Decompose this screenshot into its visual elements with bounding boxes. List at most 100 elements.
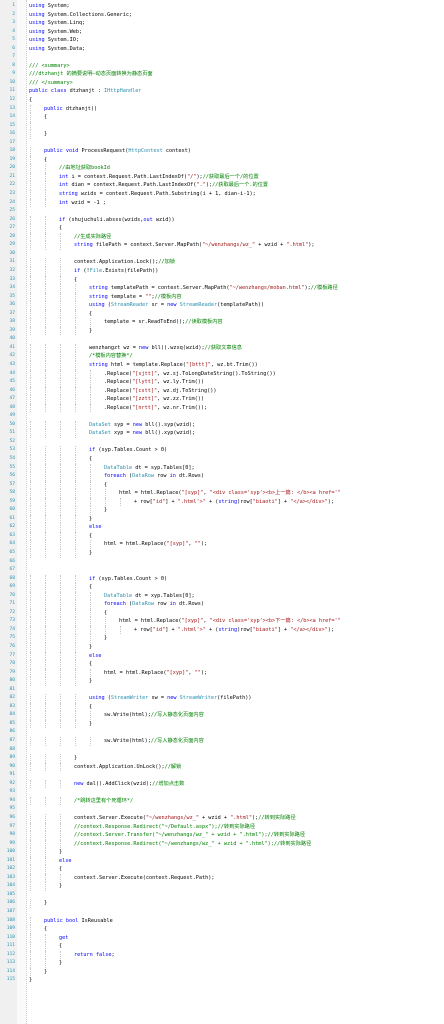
code-line[interactable]: 87 sw.Write(html);//写入静态化页面内容 [0,737,444,746]
code-line[interactable]: 49 [0,412,444,421]
code-line[interactable]: 84 sw.Write(html);//写入静态化页面内容 [0,711,444,720]
code-line[interactable]: 32 if (!File.Exists(filePath)) [0,266,444,276]
code-line[interactable]: 112 return false; [0,950,444,960]
code-line[interactable]: 114} [0,967,444,977]
code-line[interactable]: 12 { [0,96,444,105]
code-line[interactable]: 93 [0,788,444,797]
code-line[interactable]: 23 string wzids = context.Request.Path.Su… [0,190,444,199]
code-line[interactable]: 95 [0,805,444,814]
code-line[interactable]: 20 //由地址获取bookId [0,164,444,173]
code-line[interactable]: 77 else [0,651,444,661]
code-line[interactable]: 44 .Replace("[sjtt]", wz.sj.ToLongDateStr… [0,369,444,379]
code-line[interactable]: 6 using System.Data; [0,45,444,54]
code-line[interactable]: 4 using System.Web; [0,28,444,37]
code-line[interactable]: 37 { [0,309,444,319]
code-line[interactable]: 28 //生成实际路径 [0,232,444,242]
code-line[interactable]: 25 [0,207,444,216]
code-line[interactable]: 79 html = html.Replace("[xyp]", ""); [0,668,444,678]
code-line[interactable]: 14 { [0,113,444,122]
code-line[interactable]: 54 { [0,454,444,464]
code-line[interactable]: 36 using (StreamReader sr = new StreamRea… [0,301,444,310]
code-line[interactable]: 73 html = html.Replace("[xyp]", "<div cla… [0,617,444,626]
code-line[interactable]: 7 [0,53,444,62]
code-line[interactable]: 108 public bool IsReusable [0,916,444,926]
code-line[interactable]: 88 [0,746,444,755]
code-line[interactable]: 102 { [0,865,444,874]
code-line[interactable]: 94 /*跳转这里有个死循环*/ [0,796,444,806]
code-line[interactable]: 48 .Replace("[nrtt]", wz.nr.Trim()); [0,403,444,413]
code-line[interactable]: 52 [0,438,444,447]
code-line[interactable]: 59 + row["id"] + ".html'>" + (string)row[… [0,497,444,507]
code-line[interactable]: 69 { [0,583,444,592]
code-line[interactable]: 63 { [0,531,444,541]
code-line[interactable]: 45 .Replace("[lytt]", wz.ly.Trim()) [0,378,444,387]
code-line[interactable]: 30 [0,250,444,259]
code-line[interactable]: 86 [0,728,444,737]
code-line[interactable]: 91 [0,771,444,780]
code-line[interactable]: 57 { [0,480,444,490]
code-line[interactable]: 18 public void ProcessRequest(HttpContext… [0,147,444,156]
code-line[interactable]: 40 [0,335,444,344]
code-line[interactable]: 74 + row["id"] + ".html'>" + (string)row[… [0,625,444,635]
code-line[interactable]: 19 { [0,155,444,165]
code-line[interactable]: 103 context.Server.Execute(context.Reques… [0,873,444,883]
code-line[interactable]: 115} [0,976,444,985]
code-line[interactable]: 97 //context.Response.Redirect("~/Default… [0,822,444,832]
code-line[interactable]: 16} [0,130,444,139]
code-line[interactable]: 61} [0,514,444,524]
code-line[interactable]: 111 { [0,942,444,951]
code-line[interactable]: 43 string html = template.Replace("[bttt]… [0,360,444,370]
code-line[interactable]: 66 [0,558,444,567]
code-line[interactable]: 71 foreach (DataRow row in dt.Rows) [0,600,444,609]
code-line[interactable]: 65} [0,549,444,558]
code-line[interactable]: 11 public class dtzhanjt : IHttpHandler [0,87,444,96]
code-line[interactable]: 100} [0,848,444,857]
code-line[interactable]: 38 template = sr.ReadToEnd();//读取模板内容 [0,318,444,327]
code-line[interactable]: 50 DataSet syp = new bll().syp(wzid); [0,420,444,430]
code-line[interactable]: 98 //context.Server.Transfer("~/wenzhangs… [0,831,444,840]
code-line[interactable]: 92 new dal().AddClick(wzid);//增加点击数 [0,779,444,789]
code-line[interactable]: 27 { [0,224,444,233]
code-line[interactable]: 24 int wzid = -1 ; [0,198,444,208]
code-line[interactable]: 109 { [0,925,444,934]
code-line[interactable]: 51 DataSet xyp = new bll().xyp(wzid); [0,429,444,438]
code-line[interactable]: 105 [0,891,444,900]
code-line[interactable]: 3 using System.Linq; [0,19,444,28]
code-line[interactable]: 96 context.Server.Execute("~/wenzhangs/wz… [0,813,444,823]
code-line[interactable]: 106} [0,899,444,908]
code-line[interactable]: 72 { [0,608,444,618]
code-editor[interactable]: 1 using System; 2 using System.Collections.… [0,0,444,1024]
code-line[interactable]: 5 using System.IO; [0,36,444,45]
code-line[interactable]: 64 html = html.Replace("[syp]", ""); [0,540,444,549]
code-line[interactable]: 75} [0,634,444,644]
code-line[interactable]: 34 string templatePath = context.Server.M… [0,284,444,293]
code-line[interactable]: 55 DataTable dt = syp.Tables[0]; [0,463,444,473]
code-line[interactable]: 41 wenzhangzt wz = new bll().wzxq(wzid);/… [0,343,444,353]
code-line[interactable]: 68 if (xyp.Tables.Count > 0) [0,574,444,584]
code-line[interactable]: 104} [0,882,444,891]
code-line[interactable]: 85} [0,719,444,729]
code-line[interactable]: 46 .Replace("[cstt]", wz.dj.ToString()) [0,386,444,396]
code-line[interactable]: 9 ///dtzhanjt 的摘要说明—动态页面转换为静态页面 [0,70,444,79]
code-line[interactable]: 58 html = html.Replace("[syp]", "<div cla… [0,489,444,498]
code-line[interactable]: 1 using System; [0,2,444,11]
code-line[interactable]: 29 string filePath = context.Server.MapPa… [0,241,444,250]
code-line[interactable]: 8 /// <summary> [0,62,444,71]
code-line[interactable]: 33 { [0,275,444,285]
code-line[interactable]: 35 string template = "";//模板内容 [0,292,444,302]
code-line[interactable]: 56 foreach (DataRow row in dt.Rows) [0,472,444,481]
code-line[interactable]: 31 context.Application.Lock();//加锁 [0,258,444,267]
code-line[interactable]: 10 /// </summary> [0,79,444,88]
code-line[interactable]: 113} [0,959,444,968]
code-line[interactable]: 110 get [0,933,444,943]
code-line[interactable]: 22 int dian = context.Request.Path.LastIn… [0,181,444,191]
code-line[interactable]: 2 using System.Collections.Generic; [0,11,444,20]
code-line[interactable]: 82 using (StreamWriter sw = new StreamWri… [0,694,444,703]
code-line[interactable]: 67 [0,566,444,575]
code-line[interactable]: 42 /*模板内容替换*/ [0,352,444,361]
code-line[interactable]: 70 DataTable dt = xyp.Tables[0]; [0,591,444,601]
code-line[interactable]: 99 //context.Response.Redirect("~/wenzhan… [0,839,444,849]
code-line[interactable]: 62 else [0,523,444,532]
code-line[interactable]: 107 [0,908,444,917]
code-line[interactable]: 47 .Replace("[zztt]", wz.zz.Trim()) [0,395,444,404]
